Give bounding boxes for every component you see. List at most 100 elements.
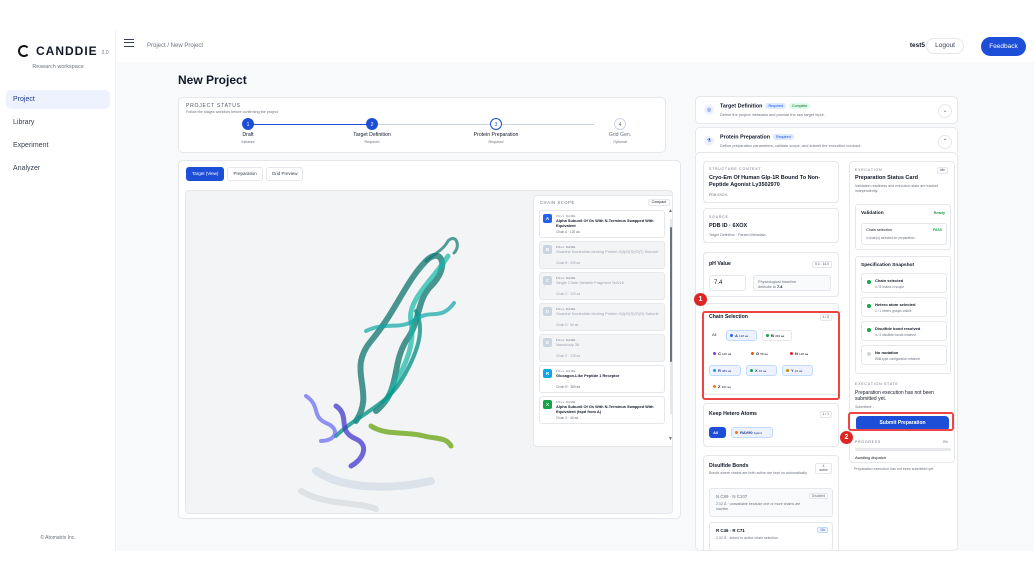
ligand-dot (735, 431, 738, 434)
step-name: Grid Gen. (608, 132, 632, 138)
protein-preparation-subtitle: Define preparation parameters, validate … (720, 143, 862, 148)
chain-meta: Chain B · 339 aa (556, 261, 580, 265)
status-subtitle: Follow the stages workflow before confir… (186, 110, 279, 114)
chain-card-b[interactable]: B FULL NAME Guanine Nucleotide-binding P… (539, 241, 665, 269)
hamburger-menu-icon[interactable] (124, 39, 134, 47)
chain-name: Guanine Nucleotide-binding Protein G(I)/… (556, 249, 658, 254)
chain-card-e[interactable]: E FULL NAME Nanobody 35 Chain E · 128 aa (539, 334, 665, 362)
logout-button[interactable]: Logout (926, 38, 964, 54)
hetero-atoms-card: Keep Hetero Atoms 1 / 1 All RAV90 ligand (703, 403, 839, 447)
ligand-chip[interactable]: RAV90 ligand (731, 427, 773, 438)
bond-tag: On (817, 527, 828, 533)
status-dot (867, 304, 871, 308)
step-draft[interactable]: 1 Draft Initialize (208, 118, 288, 144)
tab-target-view[interactable]: Target (View) (186, 167, 225, 181)
chain-card-a[interactable]: A FULL NAME Alpha Subunit Of Gs With N-T… (539, 210, 665, 238)
app-version: 2.0 (101, 50, 109, 56)
snapshot-item-title: No mutation (875, 350, 899, 355)
app-root: CANDDIE 2.0 Research workspace Project L… (0, 0, 1034, 581)
user-name: test5 (909, 42, 925, 49)
snapshot-item-title: Disulfide bond resolved (875, 326, 921, 331)
scroll-down-icon[interactable]: ▼ (668, 436, 672, 442)
required-badge: Required (765, 103, 787, 109)
execution-column: EXECUTION Idle Preparation Status Card V… (849, 153, 957, 550)
scroll-thumb[interactable] (670, 227, 672, 362)
check-label: Chain selection (866, 228, 892, 232)
snapshot-item-title: Hetero atom selected (875, 302, 916, 307)
step-grid-gen[interactable]: 4 Grid Gen. Optional (580, 118, 660, 144)
execution-state-text: Preparation execution has not been submi… (855, 390, 934, 402)
breadcrumb: Project / New Project (147, 43, 204, 49)
chain-card-c[interactable]: C FULL NAME Single Chain Variable Fragme… (539, 272, 665, 300)
disulfide-subtitle: Bonds where chains are both active are k… (709, 471, 808, 475)
validation-state: Ready (933, 211, 945, 215)
target-definition-accordion[interactable]: ◎ Target Definition Required Complete Defi… (695, 96, 958, 124)
ph-title: pH Value (709, 261, 731, 267)
chain-card-d[interactable]: D FULL NAME Guanine Nucleotide-binding P… (539, 303, 665, 331)
progress-value: 0% (942, 440, 948, 444)
disulfide-bond-row[interactable]: N C89 · N C107 Disabled 2.02 Å · unavail… (709, 488, 833, 517)
step-sub: Required (488, 140, 504, 144)
source-card: SOURCE PDB ID · 6XOX Target Definition ·… (703, 208, 839, 243)
molecule-viewport[interactable]: CHAIN SCOPE Compact A FULL NAME Alpha Su… (185, 190, 673, 514)
tab-preparation[interactable]: Preparation (227, 167, 263, 181)
bond-sub: 2.02 Å · unavailable because one or more… (716, 502, 801, 511)
execution-state-label: EXECUTION STATE (855, 382, 899, 386)
hetero-all-button[interactable]: All (709, 427, 726, 438)
protein-preparation-header[interactable]: ⚗ Protein Preparation Required Define pre… (695, 127, 958, 153)
scroll-up-icon[interactable]: ▲ (668, 208, 672, 214)
execution-label: EXECUTION (855, 168, 883, 172)
chain-scope-title: CHAIN SCOPE (540, 200, 575, 205)
source-value: PDB ID · 6XOX (709, 223, 748, 229)
step-target-definition[interactable]: 2 Target Definition Required (332, 118, 412, 144)
chain-scope-panel: CHAIN SCOPE Compact A FULL NAME Alpha Su… (533, 195, 672, 447)
chain-letter: X (543, 400, 552, 409)
ph-note: Physiological baseline defaults to 7.4 (753, 275, 831, 291)
snapshot-item: Chain selected 4 / 8 chains in scope (861, 273, 947, 293)
chevron-up-icon[interactable]: ⌃ (938, 135, 952, 149)
chain-card-r[interactable]: R FULL NAME Glucagon-Like Peptide 1 Rece… (539, 365, 665, 393)
chain-letter: B (543, 245, 552, 254)
complete-badge: Complete (789, 103, 811, 109)
chain-scope-list: A FULL NAME Alpha Subunit Of Gs With N-T… (539, 210, 665, 427)
sidebar-item-experiment[interactable]: Experiment (6, 136, 110, 155)
sidebar-item-library[interactable]: Library (6, 113, 110, 132)
sidebar-item-analyzer[interactable]: Analyzer (6, 159, 110, 178)
ph-card: pH Value 0.0 - 14.0 7.4 Physiological ba… (703, 252, 839, 297)
status-dot (867, 352, 871, 356)
target-definition-title: Target Definition Required Complete (720, 103, 811, 109)
feedback-button[interactable]: Feedback (981, 37, 1026, 56)
disulfide-bond-row[interactable]: R C46 · R C71 On 2.02 Å · linked to acti… (709, 522, 833, 550)
step-protein-preparation[interactable]: 3 Protein Preparation Required (456, 118, 536, 144)
chevron-down-icon[interactable]: ⌄ (938, 104, 952, 118)
snapshot-item: Disulfide bond resolved 4 / 4 disulfide b… (861, 321, 947, 341)
step-name: Protein Preparation (473, 132, 519, 138)
compact-toggle[interactable]: Compact (647, 199, 670, 206)
step-sub: Optional (613, 140, 627, 144)
step-number: 3 (490, 118, 502, 130)
chain-name: Alpha Subunit Of Gs With N-Terminus Swap… (556, 404, 654, 414)
step-name: Draft (242, 132, 254, 138)
ph-input[interactable]: 7.4 (709, 275, 746, 291)
snapshot-item: No mutation Wild-type configuration retai… (861, 345, 947, 365)
tab-grid-preview[interactable]: Grid Preview (265, 167, 304, 181)
structure-context-card: STRUCTURE CONTEXT Cryo-Em Of Human Glp-1… (703, 161, 839, 203)
app-logo[interactable]: CANDDIE 2.0 (18, 44, 109, 58)
awaiting-sub: Preparation execution has not been submi… (854, 467, 935, 471)
snapshot-item: Hetero atom selected 1 / 1 hetero groups … (861, 297, 947, 317)
chain-letter: R (543, 369, 552, 378)
snapshot-title: Specification Snapshot (861, 263, 915, 268)
target-icon: ◎ (704, 105, 714, 115)
chain-card-x[interactable]: X FULL NAME Alpha Subunit Of Gs With N-T… (539, 396, 665, 424)
status-title: PROJECT STATUS (186, 103, 241, 109)
sidebar-item-project[interactable]: Project (6, 90, 110, 109)
preparation-status-title: Preparation Status Card (855, 175, 918, 181)
progress-bar (855, 448, 951, 451)
disulfide-bonds-card: Disulfide Bonds 4 active Bonds where cha… (703, 455, 839, 550)
bond-title: R C46 · R C71 (716, 528, 745, 533)
chain-letter: A (543, 214, 552, 223)
bond-title: N C89 · N C107 (716, 494, 748, 499)
ph-range: 0.0 - 14.0 (812, 261, 832, 268)
chain-letter: D (543, 307, 552, 316)
chain-name: Single Chain Variable Fragment Scfv16 (556, 280, 624, 285)
